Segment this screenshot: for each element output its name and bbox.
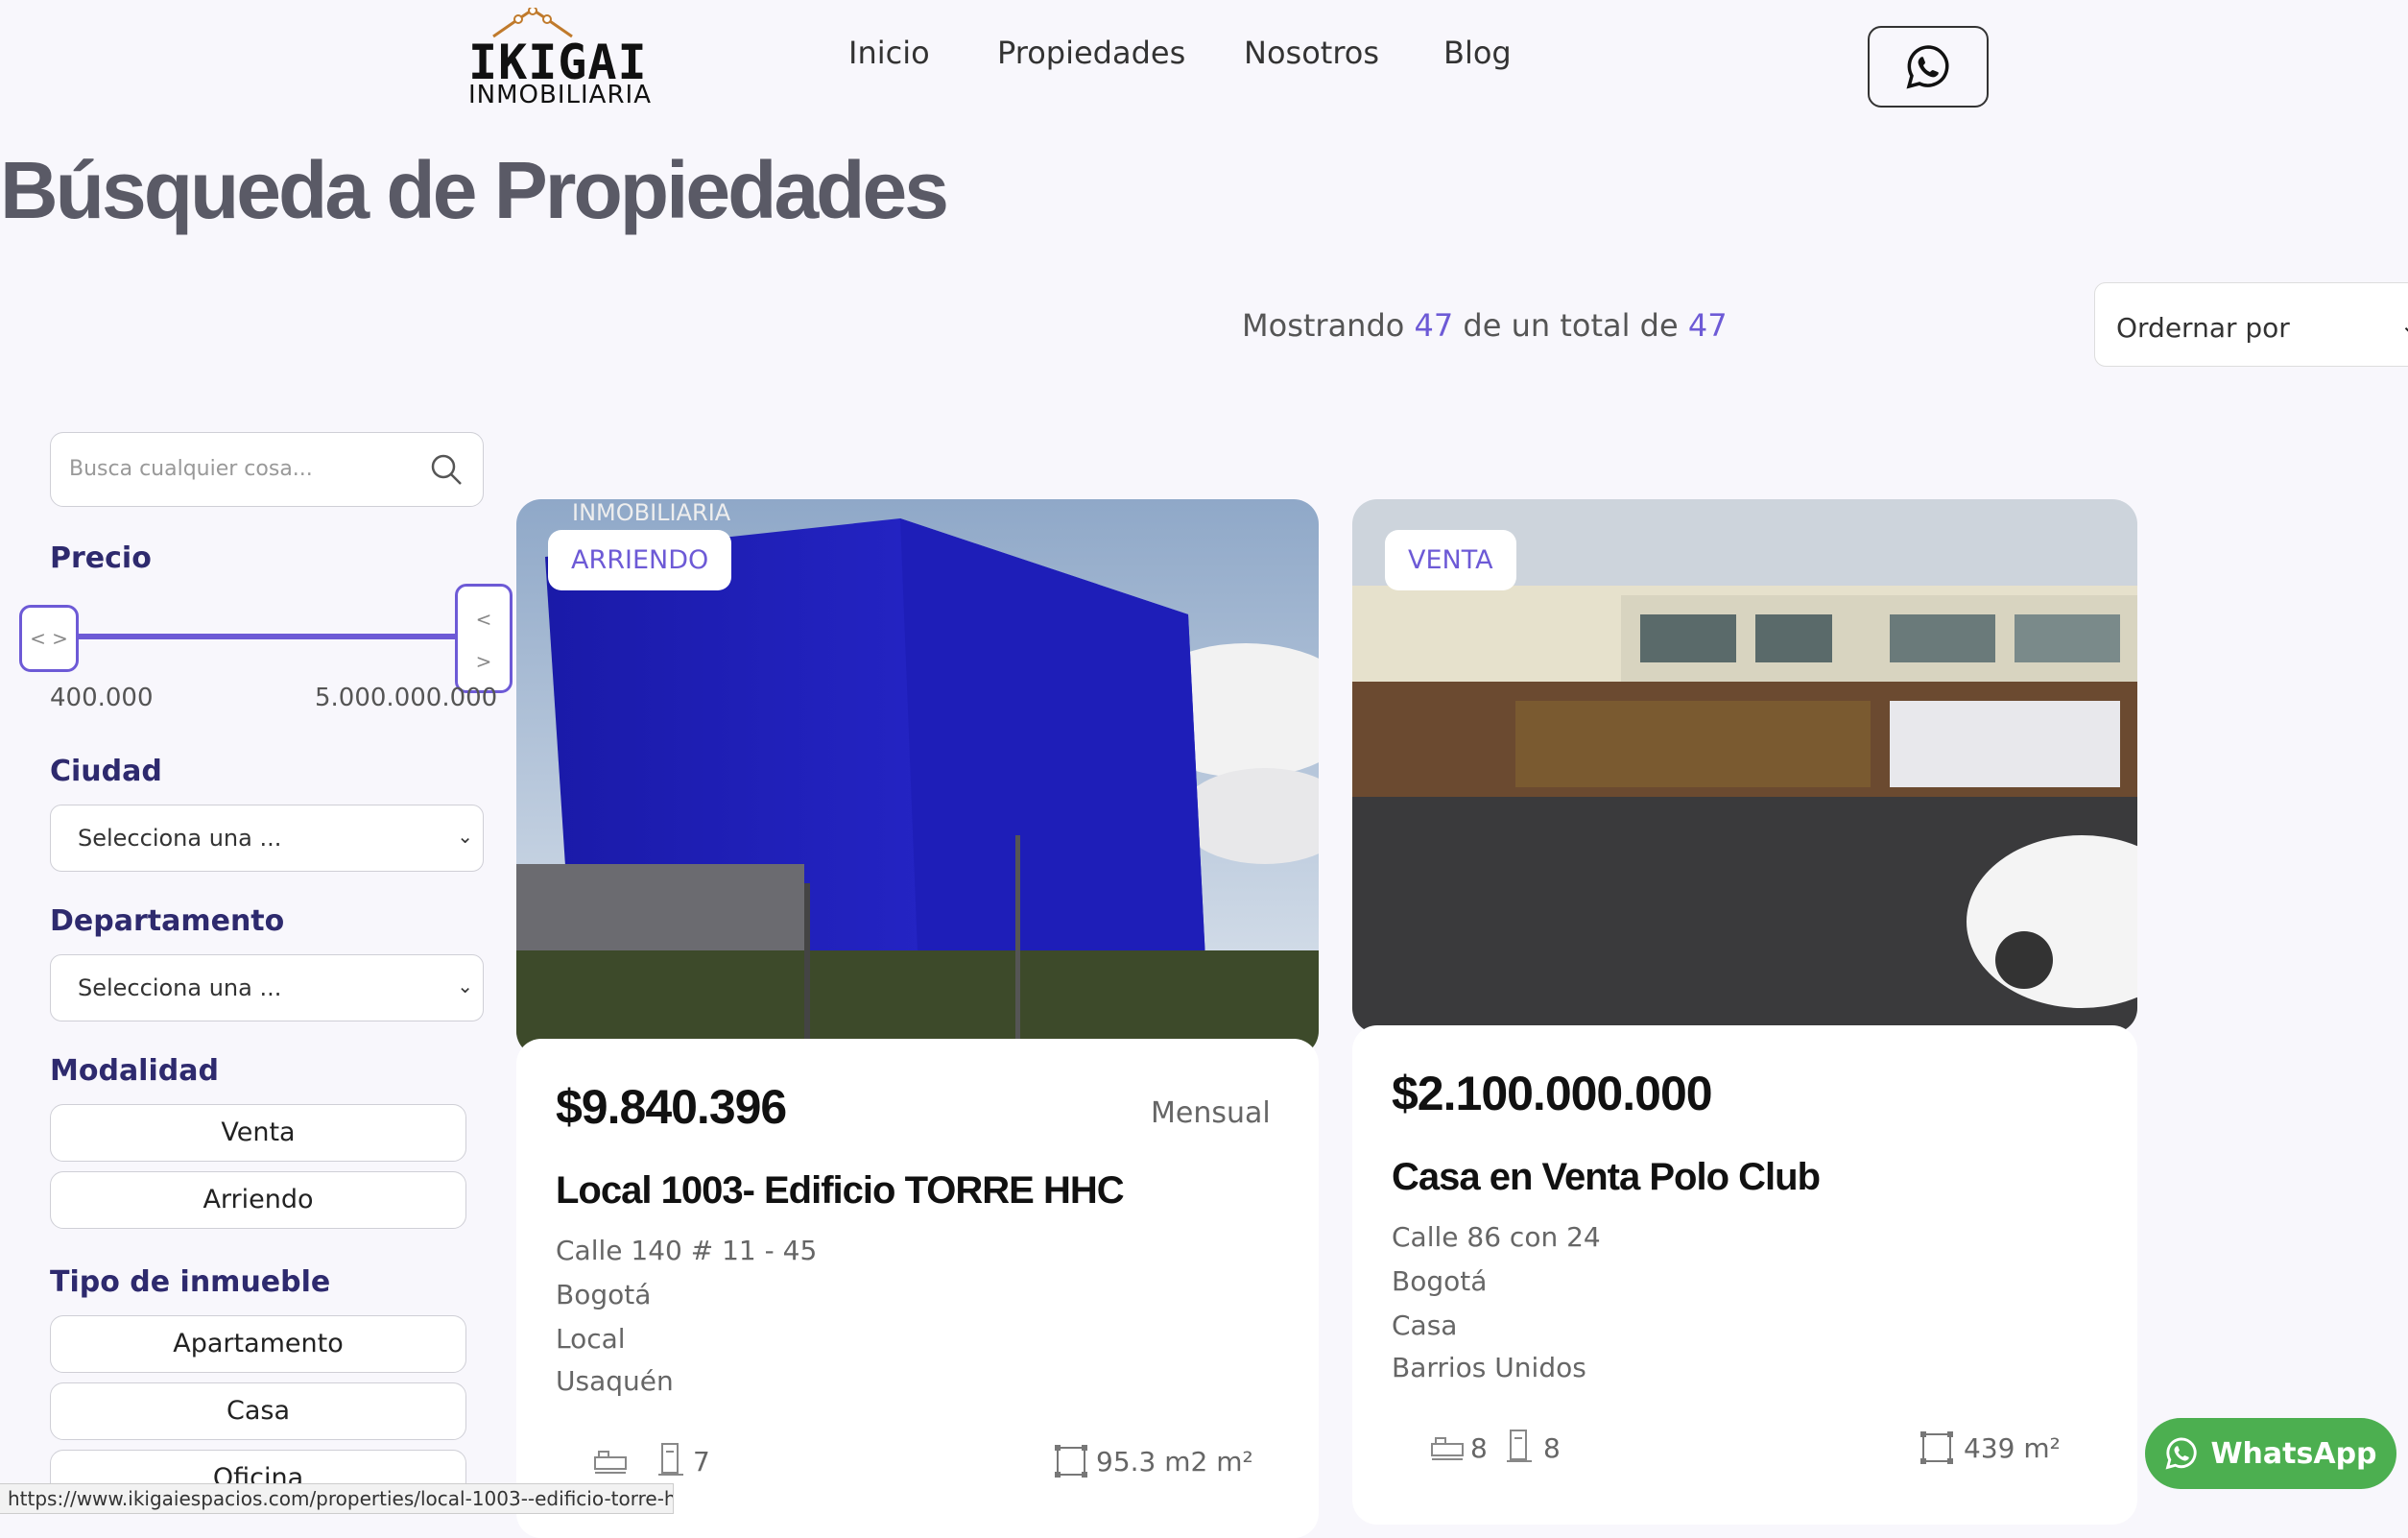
property-title[interactable]: Casa en Venta Polo Club xyxy=(1392,1156,1821,1199)
price-label: Precio xyxy=(50,541,152,575)
property-city: Bogotá xyxy=(556,1279,652,1310)
nav-nosotros[interactable]: Nosotros xyxy=(1244,35,1379,71)
bed-count: 8 xyxy=(1470,1432,1488,1464)
modality-arriendo-button[interactable]: Arriendo xyxy=(50,1171,466,1229)
header-whatsapp-button[interactable] xyxy=(1868,26,1989,108)
results-count: Mostrando 47 de un total de 47 xyxy=(1242,307,1728,344)
bath-icon xyxy=(1507,1430,1532,1462)
type-casa-button[interactable]: Casa xyxy=(50,1382,466,1440)
price-max-value: 5.000.000.000 xyxy=(315,684,498,712)
area-value: 95.3 m2 m² xyxy=(1096,1446,1253,1478)
modality-venta-button[interactable]: Venta xyxy=(50,1104,466,1162)
type-apartamento-button[interactable]: Apartamento xyxy=(50,1315,466,1373)
nav-blog[interactable]: Blog xyxy=(1443,35,1512,71)
department-label: Departamento xyxy=(50,904,285,938)
modality-label: Modalidad xyxy=(50,1054,219,1088)
price-period: Mensual xyxy=(1151,1096,1271,1130)
price-max-handle[interactable]: < > xyxy=(455,584,513,693)
property-address: Calle 86 con 24 xyxy=(1392,1221,1601,1253)
chevron-down-icon: ⌄ xyxy=(457,974,473,997)
property-city: Bogotá xyxy=(1392,1265,1488,1297)
area-icon xyxy=(1055,1445,1087,1478)
city-select[interactable]: Selecciona una ... ⌄ xyxy=(50,805,484,872)
price-min-handle[interactable]: < > xyxy=(19,605,79,672)
price-min-value: 400.000 xyxy=(50,684,154,712)
property-title[interactable]: Local 1003- Edificio TORRE HHC xyxy=(556,1169,1125,1213)
price-range-track[interactable] xyxy=(77,634,461,639)
image-watermark: INMOBILIARIA xyxy=(572,499,731,526)
property-zone: Barrios Unidos xyxy=(1392,1352,1586,1383)
sort-select[interactable]: Ordernar por ⌄ xyxy=(2094,282,2408,367)
whatsapp-label: WhatsApp xyxy=(2210,1436,2377,1471)
nav-inicio[interactable]: Inicio xyxy=(848,35,930,71)
bath-icon xyxy=(658,1443,683,1476)
property-type: Local xyxy=(556,1323,626,1355)
property-type-label: Tipo de inmueble xyxy=(50,1265,331,1299)
whatsapp-float-button[interactable]: WhatsApp xyxy=(2145,1418,2396,1489)
area-value: 439 m² xyxy=(1964,1432,2061,1464)
bath-count: 8 xyxy=(1543,1432,1561,1464)
nav-propiedades[interactable]: Propiedades xyxy=(997,35,1185,71)
search-placeholder: Busca cualquier cosa... xyxy=(69,457,313,481)
search-icon xyxy=(431,454,462,485)
bed-icon xyxy=(594,1451,627,1474)
area-icon xyxy=(1920,1431,1953,1464)
property-type: Casa xyxy=(1392,1310,1458,1341)
page-title: Búsqueda de Propiedades xyxy=(0,145,949,235)
city-label: Ciudad xyxy=(50,755,162,788)
property-address: Calle 140 # 11 - 45 xyxy=(556,1235,818,1266)
status-bar-url: https://www.ikigaiespacios.com/propertie… xyxy=(0,1483,674,1514)
bath-count: 7 xyxy=(693,1446,710,1478)
listing-type-badge: VENTA xyxy=(1385,530,1516,590)
chevron-down-icon: ⌄ xyxy=(457,825,473,848)
whatsapp-icon xyxy=(1906,44,1949,88)
listing-type-badge: ARRIENDO xyxy=(548,530,732,590)
whatsapp-icon xyxy=(2166,1437,2198,1470)
department-select[interactable]: Selecciona una ... ⌄ xyxy=(50,954,484,1021)
logo-subtitle: INMOBILIARIA xyxy=(468,81,652,109)
property-price: $9.840.396 xyxy=(556,1080,787,1134)
bed-icon xyxy=(1431,1437,1464,1460)
property-price: $2.100.000.000 xyxy=(1392,1067,1713,1120)
chevron-down-icon: ⌄ xyxy=(2400,312,2408,339)
property-zone: Usaquén xyxy=(556,1365,674,1397)
